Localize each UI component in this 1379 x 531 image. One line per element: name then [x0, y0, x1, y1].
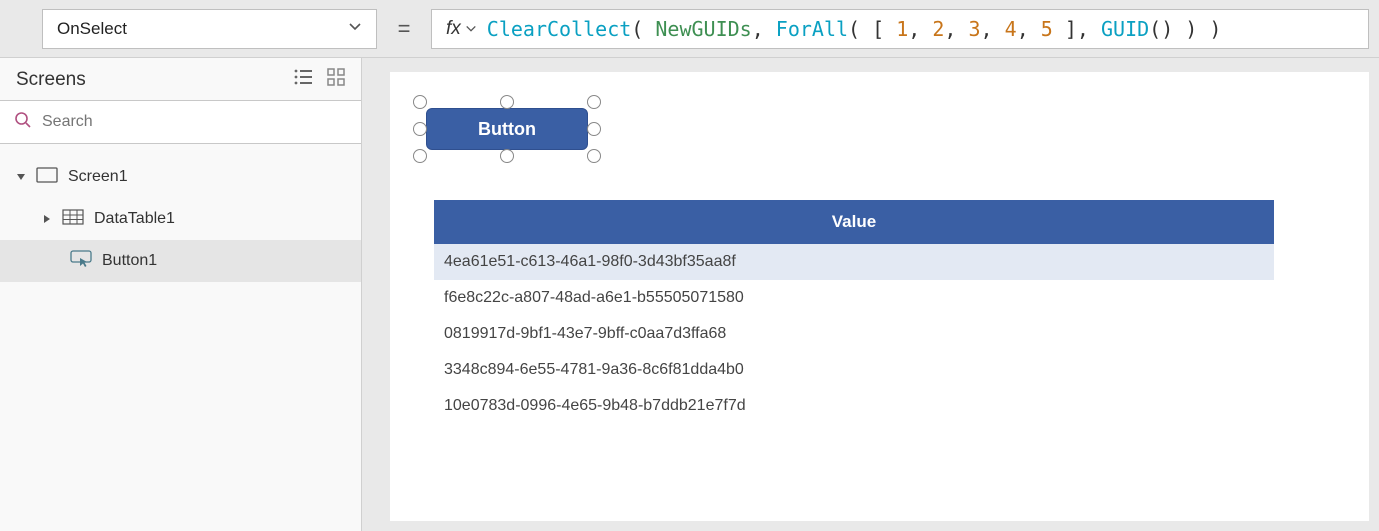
table-row[interactable]: 10e0783d-0996-4e65-9b48-b7ddb21e7f7d [434, 388, 1274, 424]
resize-handle[interactable] [587, 122, 601, 136]
formula-text: ClearCollect( NewGUIDs, ForAll( [ 1, 2, … [487, 17, 1222, 41]
search-input[interactable] [42, 113, 347, 131]
search-box [0, 100, 361, 144]
formula-bar: OnSelect = fx ClearCollect( NewGUIDs, Fo… [0, 0, 1379, 58]
button-control[interactable]: Button [426, 108, 588, 150]
datatable-control[interactable]: Value 4ea61e51-c613-46a1-98f0-3d43bf35aa… [434, 200, 1274, 424]
collapse-icon[interactable] [16, 172, 26, 182]
screen-surface[interactable]: Button Value 4ea61e51-c613-46a1-98f0-3d4… [390, 72, 1369, 521]
resize-handle[interactable] [413, 149, 427, 163]
grid-view-icon[interactable] [313, 68, 345, 92]
resize-handle[interactable] [500, 149, 514, 163]
resize-handle[interactable] [587, 95, 601, 109]
tree-item-screen1[interactable]: Screen1 [0, 156, 361, 198]
formula-input[interactable]: fx ClearCollect( NewGUIDs, ForAll( [ 1, … [431, 9, 1369, 49]
selected-control-button[interactable]: Button [420, 102, 594, 156]
property-dropdown[interactable]: OnSelect [42, 9, 377, 49]
chevron-down-icon [348, 19, 362, 39]
resize-handle[interactable] [587, 149, 601, 163]
tree-panel: Screens [0, 58, 362, 531]
screens-header: Screens [0, 58, 361, 100]
button-text: Button [478, 119, 536, 140]
tree-item-datatable1[interactable]: DataTable1 [0, 198, 361, 240]
canvas[interactable]: Button Value 4ea61e51-c613-46a1-98f0-3d4… [362, 58, 1379, 531]
tree-label: DataTable1 [94, 210, 175, 228]
resize-handle[interactable] [413, 95, 427, 109]
datatable-icon [62, 209, 84, 230]
table-row[interactable]: 4ea61e51-c613-46a1-98f0-3d43bf35aa8f [434, 244, 1274, 280]
tree-label: Button1 [102, 252, 157, 270]
search-icon [14, 111, 32, 134]
expand-icon[interactable] [42, 214, 52, 224]
tree: Screen1 DataTable1 [0, 150, 361, 282]
equals-label: = [391, 16, 417, 42]
button-icon [70, 250, 92, 273]
table-header: Value [434, 200, 1274, 244]
table-row[interactable]: 0819917d-9bf1-43e7-9bff-c0aa7d3ffa68 [434, 316, 1274, 352]
tree-label: Screen1 [68, 168, 128, 186]
table-row[interactable]: f6e8c22c-a807-48ad-a6e1-b55505071580 [434, 280, 1274, 316]
panel-title: Screens [16, 69, 86, 91]
property-selected: OnSelect [57, 19, 127, 39]
screen-icon [36, 167, 58, 188]
list-view-icon[interactable] [279, 68, 313, 92]
resize-handle[interactable] [413, 122, 427, 136]
table-row[interactable]: 3348c894-6e55-4781-9a36-8c6f81dda4b0 [434, 352, 1274, 388]
tree-item-button1[interactable]: Button1 [0, 240, 361, 282]
resize-handle[interactable] [500, 95, 514, 109]
fx-icon: fx [446, 18, 477, 40]
